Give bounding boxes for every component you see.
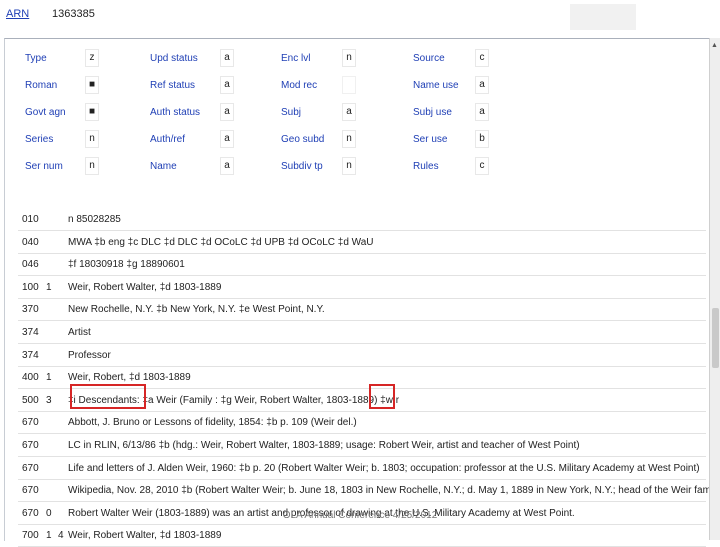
fixed-field-value[interactable]: a — [475, 103, 489, 121]
fixed-field-label: Source — [413, 53, 445, 64]
footer-caption: OLA Annual Conference 4/25/2012 — [282, 510, 438, 521]
fixed-field-label: Govt agn — [25, 107, 66, 118]
fixed-field-label: Rules — [413, 161, 439, 172]
fixed-field-value[interactable]: a — [475, 76, 489, 94]
fixed-field-label: Ref status — [150, 80, 196, 91]
field-text[interactable]: Artist — [68, 327, 91, 338]
field-tag: 046 — [22, 259, 39, 271]
fixed-field-label: Ser use — [413, 134, 448, 145]
variable-field-row[interactable]: 374 Professor — [18, 345, 708, 367]
variable-field-row[interactable]: 670 Abbott, J. Bruno or Lessons of fideli… — [18, 412, 708, 435]
fixed-field-value[interactable]: n — [85, 157, 99, 175]
variable-field-row[interactable]: 010 n 85028285 — [18, 209, 708, 231]
fixed-field-value[interactable]: a — [220, 76, 234, 94]
variable-field-row[interactable]: 670 Wikipedia, Nov. 28, 2010 ‡b (Robert W… — [18, 480, 720, 503]
field-text[interactable]: ‡f 18030918 ‡g 18890601 — [68, 259, 185, 270]
field-tag: 374 — [22, 327, 39, 338]
fixed-field-value[interactable] — [342, 76, 356, 94]
header-toolbar-area — [570, 4, 636, 30]
fixed-field-label: Series — [25, 134, 54, 145]
fixed-field-value[interactable]: ■ — [85, 103, 99, 121]
field-tag: 100 — [22, 281, 39, 293]
fixed-field-label: Roman — [25, 80, 58, 91]
scrollbar-thumb[interactable] — [712, 308, 719, 368]
fixed-field-label: Auth/ref — [150, 134, 186, 145]
field-text[interactable]: LC in RLIN, 6/13/86 ‡b (hdg.: Weir, Robe… — [68, 440, 580, 451]
field-text[interactable]: New Rochelle, N.Y. ‡b New York, N.Y. ‡e … — [68, 304, 325, 315]
field-text[interactable]: Wikipedia, Nov. 28, 2010 ‡b (Robert Walt… — [68, 485, 720, 496]
field-tag: 670 — [22, 485, 39, 497]
fixed-field-label: Subj use — [413, 107, 452, 118]
fixed-field-label: Ser num — [25, 161, 63, 172]
fixed-field-label: Name — [150, 161, 177, 172]
fixed-field-label: Subj — [281, 107, 302, 118]
fixed-field-label: Auth status — [150, 107, 201, 118]
field-tag: 040 — [22, 236, 39, 248]
field-text[interactable]: Professor — [68, 350, 111, 361]
fixed-field-label: Type — [25, 53, 47, 64]
field-tag: 374 — [22, 349, 39, 361]
field-indicator-1: 3 — [46, 394, 52, 406]
variable-field-row[interactable]: 040 MWA ‡b eng ‡c DLC ‡d DLC ‡d OCoLC ‡d … — [18, 232, 708, 254]
variable-field-row[interactable]: 374 Artist — [18, 322, 708, 344]
field-text[interactable]: Life and letters of J. Alden Weir, 1960:… — [68, 463, 700, 474]
field-text[interactable]: MWA ‡b eng ‡c DLC ‡d DLC ‡d OCoLC ‡d UPB… — [68, 237, 374, 248]
field-tag: 400 — [22, 372, 39, 384]
fixed-field-value[interactable]: a — [220, 49, 234, 67]
highlight-wr-box — [369, 384, 395, 409]
record-header: ARN 1363385 — [0, 0, 720, 36]
field-tag: 500 — [22, 394, 39, 406]
fixed-field-value[interactable]: ■ — [85, 76, 99, 94]
fixed-field-value[interactable]: n — [342, 49, 356, 67]
arn-link[interactable]: ARN — [6, 8, 29, 20]
fixed-field-label: Mod rec — [281, 80, 318, 91]
field-text[interactable]: Weir, Robert, ‡d 1803-1889 — [68, 372, 191, 383]
fixed-field-label: Subdiv tp — [281, 161, 323, 172]
field-tag: 670 — [22, 417, 39, 429]
field-text[interactable]: Abbott, J. Bruno or Lessons of fidelity,… — [68, 417, 357, 428]
arn-value: 1363385 — [52, 8, 95, 20]
fixed-field-label: Enc lvl — [281, 53, 311, 64]
field-tag: 670 — [22, 462, 39, 474]
variable-field-row[interactable]: 100 1 Weir, Robert Walter, ‡d 1803-1889 — [18, 277, 708, 299]
fixed-field-value[interactable]: c — [475, 157, 489, 175]
scroll-up-icon[interactable]: ▲ — [711, 42, 718, 49]
field-tag: 670 — [22, 507, 39, 519]
field-text[interactable]: Weir, Robert Walter, ‡d 1803-1889 — [68, 282, 221, 293]
variable-field-row[interactable]: 670 LC in RLIN, 6/13/86 ‡b (hdg.: Weir, R… — [18, 435, 708, 457]
fixed-field-value[interactable]: a — [220, 103, 234, 121]
variable-field-row[interactable]: 670 Life and letters of J. Alden Weir, 19… — [18, 458, 708, 480]
fixed-field-value[interactable]: z — [85, 49, 99, 67]
field-text[interactable]: n 85028285 — [68, 214, 121, 225]
variable-field-row[interactable]: 370 New Rochelle, N.Y. ‡b New York, N.Y. … — [18, 299, 708, 322]
fixed-field-value[interactable]: a — [220, 157, 234, 175]
field-indicator-1: 0 — [46, 507, 52, 519]
variable-field-row[interactable]: 700 1 4 Weir, Robert Walter, ‡d 1803-1889 — [18, 525, 708, 547]
fixed-field-label: Name use — [413, 80, 459, 91]
fixed-field-value[interactable]: n — [342, 157, 356, 175]
fixed-field-value[interactable]: a — [220, 130, 234, 148]
variable-field-row[interactable]: 046 ‡f 18030918 ‡g 18890601 — [18, 254, 708, 277]
field-tag: 370 — [22, 304, 39, 316]
fixed-field-value[interactable]: a — [342, 103, 356, 121]
fixed-field-value[interactable]: c — [475, 49, 489, 67]
field-indicator-1: 1 — [46, 281, 52, 293]
vertical-scrollbar[interactable]: ▲ — [709, 38, 720, 540]
fixed-field-value[interactable]: n — [85, 130, 99, 148]
field-indicator-1: 1 — [46, 372, 52, 384]
fixed-field-value[interactable]: n — [342, 130, 356, 148]
field-tag: 670 — [22, 440, 39, 451]
fixed-field-label: Geo subd — [281, 134, 325, 145]
fixed-field-label: Upd status — [150, 53, 198, 64]
highlight-descendants-box — [70, 384, 146, 409]
field-tag: 010 — [22, 214, 39, 225]
fixed-field-value[interactable]: b — [475, 130, 489, 148]
